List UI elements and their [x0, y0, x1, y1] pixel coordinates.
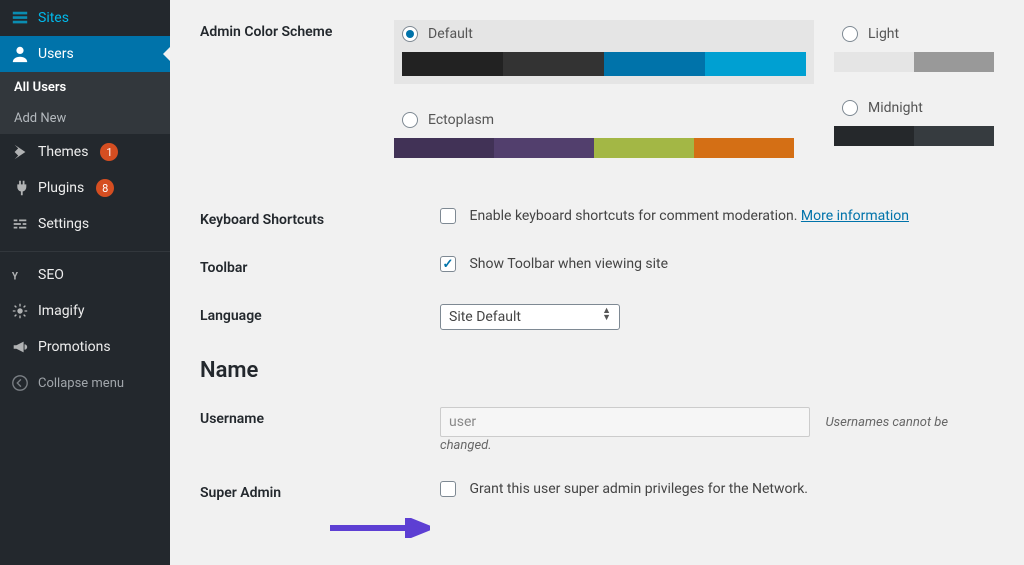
- row-language: Language Site Default ▲▼: [200, 304, 994, 330]
- update-badge: 8: [96, 179, 114, 197]
- seo-icon: Y: [10, 265, 30, 285]
- chevron-updown-icon: ▲▼: [602, 308, 611, 322]
- sidebar-item-promotions[interactable]: Promotions: [0, 329, 170, 365]
- input-username[interactable]: [440, 407, 810, 437]
- radio-default[interactable]: [402, 26, 418, 42]
- submenu-all-users[interactable]: All Users: [0, 72, 170, 103]
- label-toolbar: Toolbar: [200, 256, 440, 276]
- section-name: Name: [200, 358, 994, 383]
- users-icon: [10, 44, 30, 64]
- update-badge: 1: [100, 143, 118, 161]
- toolbar-text: Show Toolbar when viewing site: [469, 256, 668, 272]
- plugins-icon: [10, 178, 30, 198]
- sites-icon: [10, 8, 30, 28]
- scheme-default[interactable]: Default: [394, 20, 814, 84]
- sidebar-item-seo[interactable]: Y SEO: [0, 257, 170, 293]
- checkbox-superadmin[interactable]: [440, 481, 456, 497]
- collapse-icon: [10, 373, 30, 393]
- sidebar-item-label: Settings: [38, 216, 89, 232]
- settings-icon: [10, 214, 30, 234]
- sidebar-item-users[interactable]: Users: [0, 36, 170, 72]
- scheme-light[interactable]: Light: [834, 20, 994, 72]
- sidebar-item-themes[interactable]: Themes 1: [0, 134, 170, 170]
- collapse-label: Collapse menu: [38, 376, 124, 391]
- checkbox-keyboard[interactable]: [440, 208, 456, 224]
- label-superadmin: Super Admin: [200, 481, 440, 501]
- submenu-add-new[interactable]: Add New: [0, 103, 170, 134]
- radio-midnight[interactable]: [842, 100, 858, 116]
- checkbox-toolbar[interactable]: [440, 256, 456, 272]
- row-color-scheme: Admin Color Scheme Default Ectoplasm: [200, 20, 994, 180]
- row-username: Username Usernames cannot be changed.: [200, 407, 994, 453]
- label-keyboard: Keyboard Shortcuts: [200, 208, 440, 228]
- keyboard-more-link[interactable]: More information: [801, 208, 909, 224]
- swatches-light: [834, 52, 994, 72]
- sidebar-item-plugins[interactable]: Plugins 8: [0, 170, 170, 206]
- radio-light[interactable]: [842, 26, 858, 42]
- color-schemes: Default Ectoplasm: [394, 20, 994, 180]
- sidebar-item-label: Themes: [38, 144, 88, 160]
- swatches-default: [402, 52, 806, 76]
- scheme-midnight[interactable]: Midnight: [834, 94, 994, 146]
- label-color-scheme: Admin Color Scheme: [200, 20, 394, 40]
- sidebar-item-label: Plugins: [38, 180, 84, 196]
- sidebar-item-imagify[interactable]: Imagify: [0, 293, 170, 329]
- main-content: Admin Color Scheme Default Ectoplasm: [170, 0, 1024, 565]
- row-keyboard: Keyboard Shortcuts Enable keyboard short…: [200, 208, 994, 228]
- select-language[interactable]: Site Default ▲▼: [440, 304, 620, 330]
- svg-text:Y: Y: [12, 272, 19, 283]
- row-toolbar: Toolbar Show Toolbar when viewing site: [200, 256, 994, 276]
- swatches-ectoplasm: [394, 138, 794, 158]
- collapse-menu[interactable]: Collapse menu: [0, 365, 170, 401]
- menu-separator: [0, 247, 170, 252]
- admin-sidebar: Sites Users All Users Add New Themes 1 P…: [0, 0, 170, 565]
- swatches-midnight: [834, 126, 994, 146]
- sidebar-item-label: SEO: [38, 267, 64, 283]
- users-submenu: All Users Add New: [0, 72, 170, 134]
- imagify-icon: [10, 301, 30, 321]
- sidebar-item-label: Promotions: [38, 339, 111, 355]
- label-language: Language: [200, 304, 440, 324]
- themes-icon: [10, 142, 30, 162]
- radio-ectoplasm[interactable]: [402, 112, 418, 128]
- sidebar-item-label: Users: [38, 46, 74, 62]
- sidebar-item-label: Imagify: [38, 303, 84, 319]
- keyboard-text: Enable keyboard shortcuts for comment mo…: [469, 208, 797, 224]
- promotions-icon: [10, 337, 30, 357]
- sidebar-item-label: Sites: [38, 10, 69, 26]
- scheme-ectoplasm[interactable]: Ectoplasm: [394, 106, 814, 158]
- label-username: Username: [200, 407, 440, 427]
- sidebar-item-sites[interactable]: Sites: [0, 0, 170, 36]
- row-superadmin: Super Admin Grant this user super admin …: [200, 481, 994, 501]
- sidebar-item-settings[interactable]: Settings: [0, 206, 170, 242]
- superadmin-text: Grant this user super admin privileges f…: [469, 481, 808, 497]
